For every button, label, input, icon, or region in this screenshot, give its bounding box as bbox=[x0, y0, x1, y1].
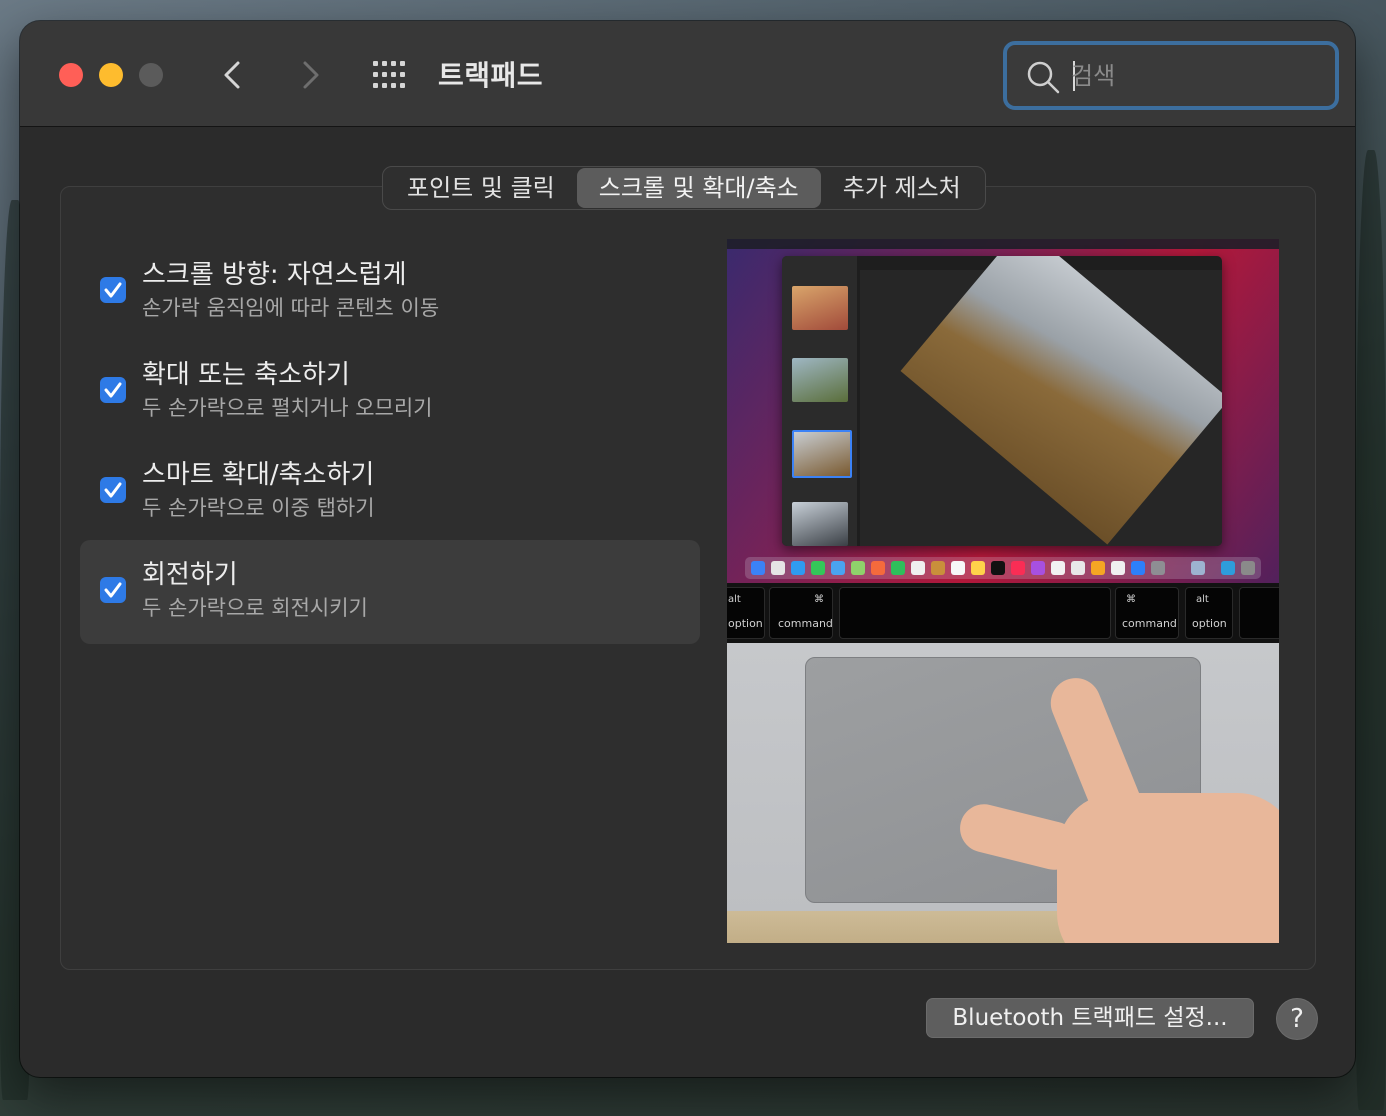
zoom-in-out-checkbox[interactable] bbox=[100, 377, 126, 403]
minimize-button[interactable] bbox=[99, 63, 123, 87]
option-title: 스크롤 방향: 자연스럽게 bbox=[142, 260, 407, 290]
back-button[interactable] bbox=[214, 55, 254, 95]
checkmark-icon bbox=[104, 482, 122, 498]
dock-icon bbox=[1221, 561, 1235, 575]
scroll-direction-checkbox[interactable] bbox=[100, 277, 126, 303]
toolbar: 트랙패드 bbox=[20, 21, 1355, 127]
close-button[interactable] bbox=[59, 63, 83, 87]
preview-thumbnail bbox=[792, 286, 848, 330]
dock-icon bbox=[891, 561, 905, 575]
option-subtitle: 손가락 움직임에 따라 콘텐츠 이동 bbox=[142, 296, 440, 320]
chevron-left-icon bbox=[224, 61, 240, 89]
dock-icon bbox=[1241, 561, 1255, 575]
rotate-checkbox[interactable] bbox=[100, 577, 126, 603]
preview-laptop-body bbox=[727, 643, 1279, 943]
dock-icon bbox=[1111, 561, 1125, 575]
key-command-left: ⌘ command bbox=[769, 587, 833, 639]
dock-icon bbox=[1051, 561, 1065, 575]
checkmark-icon bbox=[104, 282, 122, 298]
option-title: 확대 또는 축소하기 bbox=[142, 360, 350, 390]
dock-icon bbox=[871, 561, 885, 575]
preview-keyboard-row: alt option ⌘ command ⌘ command alt optio… bbox=[727, 583, 1279, 643]
preview-rotating-photo bbox=[900, 256, 1222, 545]
preview-photo-area bbox=[860, 256, 1222, 546]
tab-point-and-click[interactable]: 포인트 및 클릭 bbox=[385, 168, 577, 208]
option-subtitle: 두 손가락으로 이중 탭하기 bbox=[142, 496, 375, 520]
dock-icon bbox=[791, 561, 805, 575]
forward-button[interactable] bbox=[289, 55, 329, 95]
search-icon bbox=[1027, 61, 1060, 94]
grid-icon bbox=[373, 61, 405, 88]
dock-icon bbox=[1031, 561, 1045, 575]
dock-icon bbox=[751, 561, 765, 575]
preview-thumbnail bbox=[792, 430, 852, 478]
dock-icon bbox=[1131, 561, 1145, 575]
option-scroll-direction[interactable]: 스크롤 방향: 자연스럽게 손가락 움직임에 따라 콘텐츠 이동 bbox=[80, 240, 700, 344]
smart-zoom-checkbox[interactable] bbox=[100, 477, 126, 503]
preview-laptop-screen bbox=[727, 239, 1279, 583]
key-option-right: alt option bbox=[1185, 587, 1233, 639]
system-preferences-window: 트랙패드 포인트 및 클릭 스크롤 및 확대/축소 추가 제스처 스크롤 방향:… bbox=[20, 21, 1355, 1077]
option-rotate[interactable]: 회전하기 두 손가락으로 회전시키기 bbox=[80, 540, 700, 644]
key-option-left: alt option bbox=[727, 587, 765, 639]
preview-app-window bbox=[782, 256, 1222, 546]
dock-icon bbox=[1071, 561, 1085, 575]
zoom-button[interactable] bbox=[139, 63, 163, 87]
background-tree bbox=[1356, 150, 1386, 1110]
dock-icon bbox=[1011, 561, 1025, 575]
dock-icon bbox=[971, 561, 985, 575]
option-zoom-in-out[interactable]: 확대 또는 축소하기 두 손가락으로 펼치거나 오므리기 bbox=[80, 340, 700, 444]
dock-icon bbox=[991, 561, 1005, 575]
bluetooth-trackpad-setup-button[interactable]: Bluetooth 트랙패드 설정... bbox=[926, 998, 1254, 1038]
help-button[interactable]: ? bbox=[1276, 998, 1318, 1040]
key-arrow-left bbox=[1239, 587, 1279, 639]
option-subtitle: 두 손가락으로 펼치거나 오므리기 bbox=[142, 396, 433, 420]
option-title: 회전하기 bbox=[142, 560, 238, 590]
checkmark-icon bbox=[104, 382, 122, 398]
dock-icon bbox=[951, 561, 965, 575]
checkmark-icon bbox=[104, 582, 122, 598]
preview-thumbnail bbox=[792, 358, 848, 402]
dock-icon bbox=[811, 561, 825, 575]
chevron-right-icon bbox=[303, 61, 319, 89]
dock-icon bbox=[771, 561, 785, 575]
dock-icon bbox=[911, 561, 925, 575]
search-input[interactable] bbox=[1071, 57, 1311, 95]
dock-icon bbox=[931, 561, 945, 575]
option-smart-zoom[interactable]: 스마트 확대/축소하기 두 손가락으로 이중 탭하기 bbox=[80, 440, 700, 544]
key-space bbox=[839, 587, 1111, 639]
preview-sidebar bbox=[782, 256, 857, 546]
dock-icon bbox=[831, 561, 845, 575]
preview-menubar bbox=[727, 239, 1279, 249]
tab-more-gestures[interactable]: 추가 제스처 bbox=[821, 168, 983, 208]
key-command-right: ⌘ command bbox=[1115, 587, 1179, 639]
dock-icon bbox=[1091, 561, 1105, 575]
preview-hand bbox=[1057, 793, 1279, 943]
search-field[interactable] bbox=[1003, 41, 1339, 110]
option-title: 스마트 확대/축소하기 bbox=[142, 460, 375, 490]
show-all-button[interactable] bbox=[370, 55, 410, 95]
gesture-preview-video: alt option ⌘ command ⌘ command alt optio… bbox=[727, 239, 1279, 943]
tab-bar: 포인트 및 클릭 스크롤 및 확대/축소 추가 제스처 bbox=[382, 166, 986, 210]
option-subtitle: 두 손가락으로 회전시키기 bbox=[142, 596, 368, 620]
tab-scroll-and-zoom[interactable]: 스크롤 및 확대/축소 bbox=[576, 168, 821, 208]
dock-icon bbox=[1191, 561, 1205, 575]
dock-icon bbox=[851, 561, 865, 575]
preview-dock bbox=[745, 557, 1261, 579]
preview-thumbnail bbox=[792, 502, 848, 546]
window-title: 트랙패드 bbox=[438, 59, 544, 92]
dock-icon bbox=[1151, 561, 1165, 575]
